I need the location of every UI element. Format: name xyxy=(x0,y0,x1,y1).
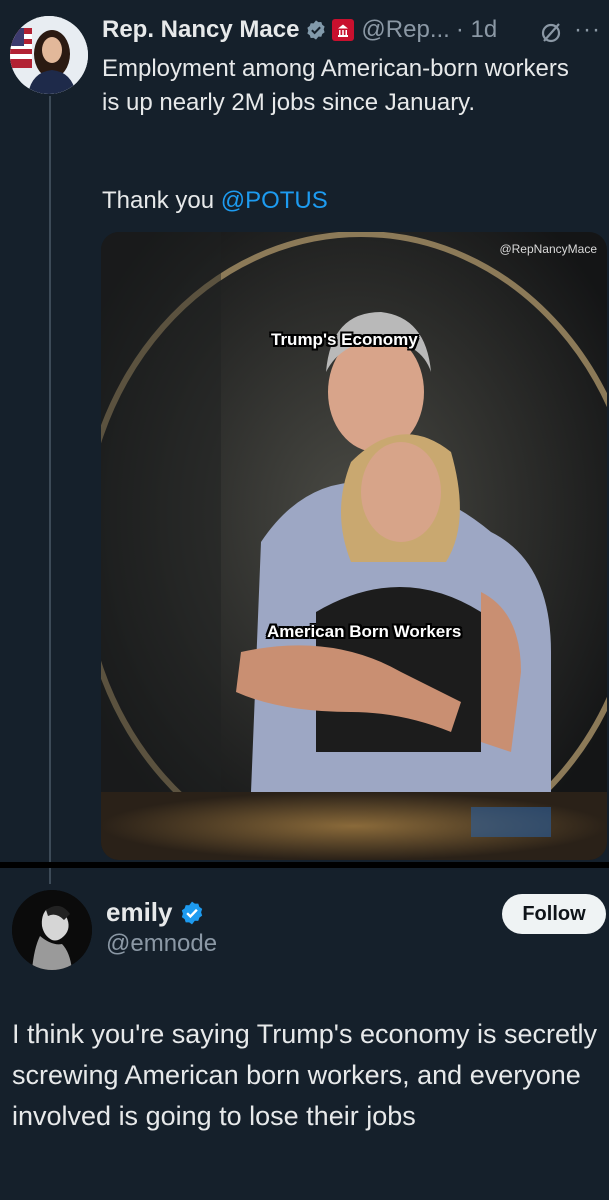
thanks-text: Thank you xyxy=(102,187,221,214)
government-badge-icon xyxy=(332,19,355,41)
reply-header: emily xyxy=(106,897,205,928)
meme-caption-bottom: American Born Workers xyxy=(267,622,462,641)
reply-body: I think you're saying Trump's economy is… xyxy=(12,1019,598,1131)
reply-author-handle[interactable]: @emnode xyxy=(106,930,217,958)
reply-author-name[interactable]: emily xyxy=(106,897,173,928)
tweet-media-image[interactable]: @RepNancyMace Trump's Economy American B… xyxy=(101,232,607,860)
nancy-mace-avatar[interactable] xyxy=(10,16,88,94)
verified-gray-icon xyxy=(307,20,326,40)
tweet-body: Employment among American-born workers i… xyxy=(102,55,569,116)
tweet-header: Rep. Nancy Mace @Rep... · 1d xyxy=(102,14,497,46)
timestamp[interactable]: · 1d xyxy=(456,16,497,44)
verified-blue-icon xyxy=(181,901,202,924)
thread-line-reply xyxy=(49,868,51,884)
follow-button[interactable]: Follow xyxy=(502,894,606,934)
meme-caption-top: Trump's Economy xyxy=(271,330,418,349)
image-watermark: @RepNancyMace xyxy=(499,242,597,256)
author-name[interactable]: Rep. Nancy Mace xyxy=(102,16,299,44)
tweet-thanks-line: Thank you @POTUS xyxy=(102,184,328,218)
thread-line xyxy=(49,96,51,862)
author-handle[interactable]: @Rep... xyxy=(361,16,449,44)
tweet-text: Employment among American-born workers i… xyxy=(102,52,582,120)
emily-avatar[interactable] xyxy=(12,890,92,970)
mention-link[interactable]: @POTUS xyxy=(221,187,328,214)
grok-icon[interactable] xyxy=(536,18,566,48)
more-icon[interactable]: ··· xyxy=(574,16,601,44)
